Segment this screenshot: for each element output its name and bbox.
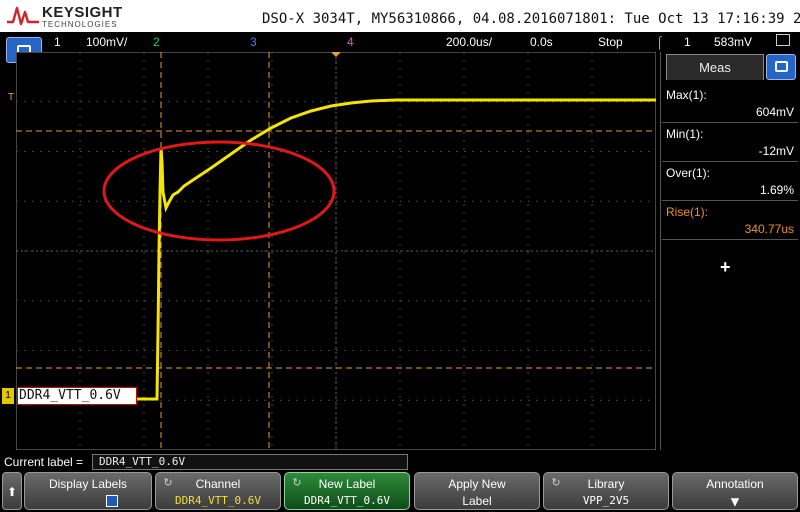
- keysight-logo-icon: [7, 6, 39, 26]
- meas-channel: (1):: [692, 166, 711, 180]
- meas-name: Over: [666, 166, 693, 180]
- trigger-level-marker[interactable]: T: [8, 92, 14, 103]
- softkey-value: DDR4_VTT_0.6V: [174, 494, 262, 507]
- menu-icon: [775, 61, 788, 72]
- library-softkey[interactable]: ↻ Library VPP_2V5: [543, 472, 669, 510]
- channel1-ground-marker[interactable]: 1: [2, 388, 14, 404]
- channel1-label[interactable]: DDR4_VTT_0.6V: [17, 387, 137, 405]
- meas-value: -12mV: [758, 144, 794, 158]
- submenu-arrow-icon: ▼: [730, 494, 740, 510]
- softkey-value: DDR4_VTT_0.6V: [303, 494, 391, 507]
- brand-subtitle: TECHNOLOGIES: [42, 20, 118, 29]
- meas-value: 340.77us: [744, 222, 794, 236]
- measurement-min[interactable]: Min(1): -12mV: [662, 124, 798, 162]
- softkey-value: VPP_2V5: [582, 494, 630, 507]
- meas-name: Min: [666, 127, 686, 141]
- brand-name: KEYSIGHT: [42, 4, 123, 21]
- meas-menu-button[interactable]: [766, 54, 796, 80]
- channel1-number[interactable]: 1: [54, 35, 61, 49]
- meas-channel: (1):: [688, 88, 707, 102]
- measurement-max[interactable]: Max(1): 604mV: [662, 85, 798, 123]
- trigger-source[interactable]: 1: [684, 35, 691, 49]
- new-label-softkey[interactable]: ↻ New Label DDR4_VTT_0.6V: [284, 472, 410, 510]
- run-state[interactable]: Stop: [598, 35, 623, 49]
- channel1-scale[interactable]: 100mV/: [86, 35, 127, 49]
- checkbox-icon[interactable]: [106, 495, 118, 507]
- channel2-number[interactable]: 2: [153, 35, 160, 49]
- timebase-value[interactable]: 200.0us/: [446, 35, 492, 49]
- softkey-label: Library: [587, 477, 625, 491]
- softkey-label: Annotation: [706, 477, 764, 491]
- meas-name: Rise: [666, 205, 691, 219]
- current-label-field[interactable]: DDR4_VTT_0.6V: [92, 454, 408, 470]
- delay-value[interactable]: 0.0s: [530, 35, 553, 49]
- softkey-label: Display Labels: [48, 477, 128, 491]
- meas-name: Max: [666, 88, 689, 102]
- trigger-level[interactable]: 583mV: [714, 35, 752, 49]
- measurement-rise[interactable]: Rise(1): 340.77us: [662, 202, 798, 240]
- softkey-label-line2: Label: [462, 494, 492, 508]
- apply-new-label-softkey[interactable]: Apply New Label: [414, 472, 540, 510]
- close-icon[interactable]: [776, 34, 790, 46]
- softkey-label: Channel: [195, 477, 241, 491]
- display-labels-softkey[interactable]: Display Labels: [24, 472, 152, 510]
- back-button[interactable]: ⬆: [2, 472, 22, 510]
- meas-value: 604mV: [755, 105, 794, 119]
- current-label-caption: Current label =: [4, 455, 84, 469]
- status-bar: 1 100mV/ 2 3 4 200.0us/ 0.0s Stop ⌠ 1 58…: [0, 32, 800, 52]
- measurement-overshoot[interactable]: Over(1): 1.69%: [662, 163, 798, 201]
- channel-softkey[interactable]: ↻ Channel DDR4_VTT_0.6V: [155, 472, 281, 510]
- meas-value: 1.69%: [759, 183, 794, 197]
- softkey-label: New Label: [318, 477, 376, 491]
- trigger-edge-icon: ⌠: [656, 35, 664, 49]
- softkey-label: Apply New: [448, 477, 506, 491]
- add-measurement-icon[interactable]: +: [720, 257, 731, 278]
- header-bar: KEYSIGHT TECHNOLOGIES DSO-X 3034T, MY563…: [0, 0, 800, 32]
- annotation-softkey[interactable]: Annotation ▼: [672, 472, 798, 510]
- meas-channel: (1):: [685, 127, 704, 141]
- current-label-row: Current label = DDR4_VTT_0.6V: [0, 452, 800, 470]
- meas-tab[interactable]: Meas: [666, 54, 764, 80]
- instrument-title: DSO-X 3034T, MY56310866, 04.08.201607180…: [262, 11, 800, 27]
- meas-channel: (1):: [690, 205, 709, 219]
- channel3-number[interactable]: 3: [250, 35, 257, 49]
- channel4-number[interactable]: 4: [347, 35, 354, 49]
